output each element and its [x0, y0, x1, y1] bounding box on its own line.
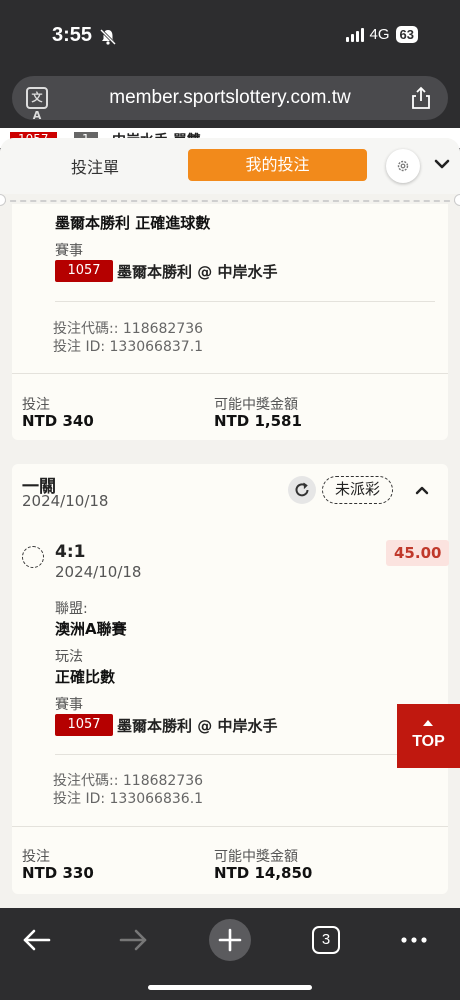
- bet-panel-header: 投注單 我的投注: [0, 138, 460, 194]
- signal-icon: [345, 27, 364, 42]
- bet-card: 墨爾本勝利 正確進球數 賽事 1057 墨爾本勝利 @ 中岸水手 投注代碼:: 1…: [12, 204, 448, 440]
- divider: [12, 373, 448, 374]
- selection-date: 2024/10/18: [55, 563, 142, 581]
- tabs-button[interactable]: 3: [304, 918, 348, 962]
- event-code-badge: 1057: [55, 714, 113, 736]
- scroll-top-label: TOP: [412, 733, 445, 750]
- stake-label: 投注: [22, 849, 50, 865]
- payout-label: 可能中獎金額: [214, 397, 298, 413]
- bet-card: 一關 2024/10/18 未派彩 4:1 2024/10/18 45.00 聯…: [12, 464, 450, 894]
- divider-notch-left: [0, 194, 6, 206]
- event-label: 賽事: [55, 697, 83, 713]
- event-row: 1057 墨爾本勝利 @ 中岸水手: [55, 260, 277, 282]
- event-name: 墨爾本勝利 @ 中岸水手: [117, 262, 278, 281]
- bet-id: 投注 ID: 133066836.1: [53, 791, 204, 807]
- refresh-icon: [295, 482, 309, 497]
- status-indicators: 4G 63: [345, 26, 418, 43]
- payout-value: NTD 14,850: [214, 864, 313, 882]
- play-label: 玩法: [55, 649, 83, 665]
- gear-icon: [397, 160, 409, 172]
- status-time: 3:55: [52, 24, 93, 46]
- tab-my-bets[interactable]: 我的投注: [188, 149, 367, 181]
- silent-bell-icon: [99, 28, 117, 46]
- network-type: 4G: [369, 26, 390, 43]
- stake-value: NTD 330: [22, 864, 94, 882]
- stake-value: NTD 340: [22, 412, 94, 430]
- divider: [55, 301, 435, 302]
- chevron-up-icon[interactable]: [412, 480, 432, 500]
- event-code-badge: 1057: [55, 260, 113, 282]
- bet-date: 2024/10/18: [22, 492, 109, 510]
- arrow-up-icon: [423, 720, 433, 726]
- bet-panel: 投注單 我的投注 墨爾本勝利 正確進球數 賽事 1057 墨爾本勝利 @ 中岸水手…: [0, 138, 460, 908]
- stake-label: 投注: [22, 397, 50, 413]
- bet-code: 投注代碼:: 118682736: [53, 321, 204, 337]
- event-row: 1057 墨爾本勝利 @ 中岸水手: [55, 714, 277, 736]
- selection-radio[interactable]: [22, 546, 44, 568]
- forward-arrow-icon[interactable]: [111, 918, 155, 962]
- event-name: 墨爾本勝利 @ 中岸水手: [117, 716, 278, 735]
- bet-id: 投注 ID: 133066837.1: [53, 339, 204, 355]
- share-icon[interactable]: [408, 85, 434, 111]
- battery-icon: 63: [395, 26, 418, 43]
- tab-bet-slip[interactable]: 投注單: [40, 154, 150, 178]
- league-value: 澳洲A聯賽: [55, 620, 127, 638]
- payout-label: 可能中獎金額: [214, 849, 298, 865]
- divider: [55, 754, 435, 755]
- settings-button[interactable]: [386, 149, 420, 183]
- url-text[interactable]: member.sportslottery.com.tw: [12, 87, 448, 109]
- selection-name: 4:1: [55, 542, 86, 562]
- divider-notch-right: [454, 194, 460, 206]
- league-label: 聯盟:: [55, 601, 88, 617]
- back-arrow-icon[interactable]: [15, 918, 59, 962]
- bet-code: 投注代碼:: 118682736: [53, 773, 204, 789]
- status-bar: 3:55 4G 63: [0, 0, 460, 72]
- play-value: 正確比數: [55, 668, 116, 686]
- event-label: 賽事: [55, 243, 83, 259]
- tab-count: 3: [312, 926, 340, 954]
- new-tab-plus-icon[interactable]: [208, 918, 252, 962]
- chevron-down-icon[interactable]: [430, 152, 454, 176]
- refresh-button[interactable]: [288, 476, 316, 504]
- more-menu-icon[interactable]: [392, 918, 436, 962]
- divider: [0, 200, 460, 202]
- scroll-top-button[interactable]: TOP: [397, 704, 460, 768]
- divider: [12, 826, 448, 827]
- home-indicator: [148, 985, 312, 990]
- odds-badge: 45.00: [386, 540, 450, 566]
- payout-value: NTD 1,581: [214, 412, 302, 430]
- market-name: 墨爾本勝利 正確進球數: [55, 214, 211, 232]
- address-bar[interactable]: 文A member.sportslottery.com.tw: [12, 76, 448, 122]
- settlement-status-badge: 未派彩: [322, 476, 394, 504]
